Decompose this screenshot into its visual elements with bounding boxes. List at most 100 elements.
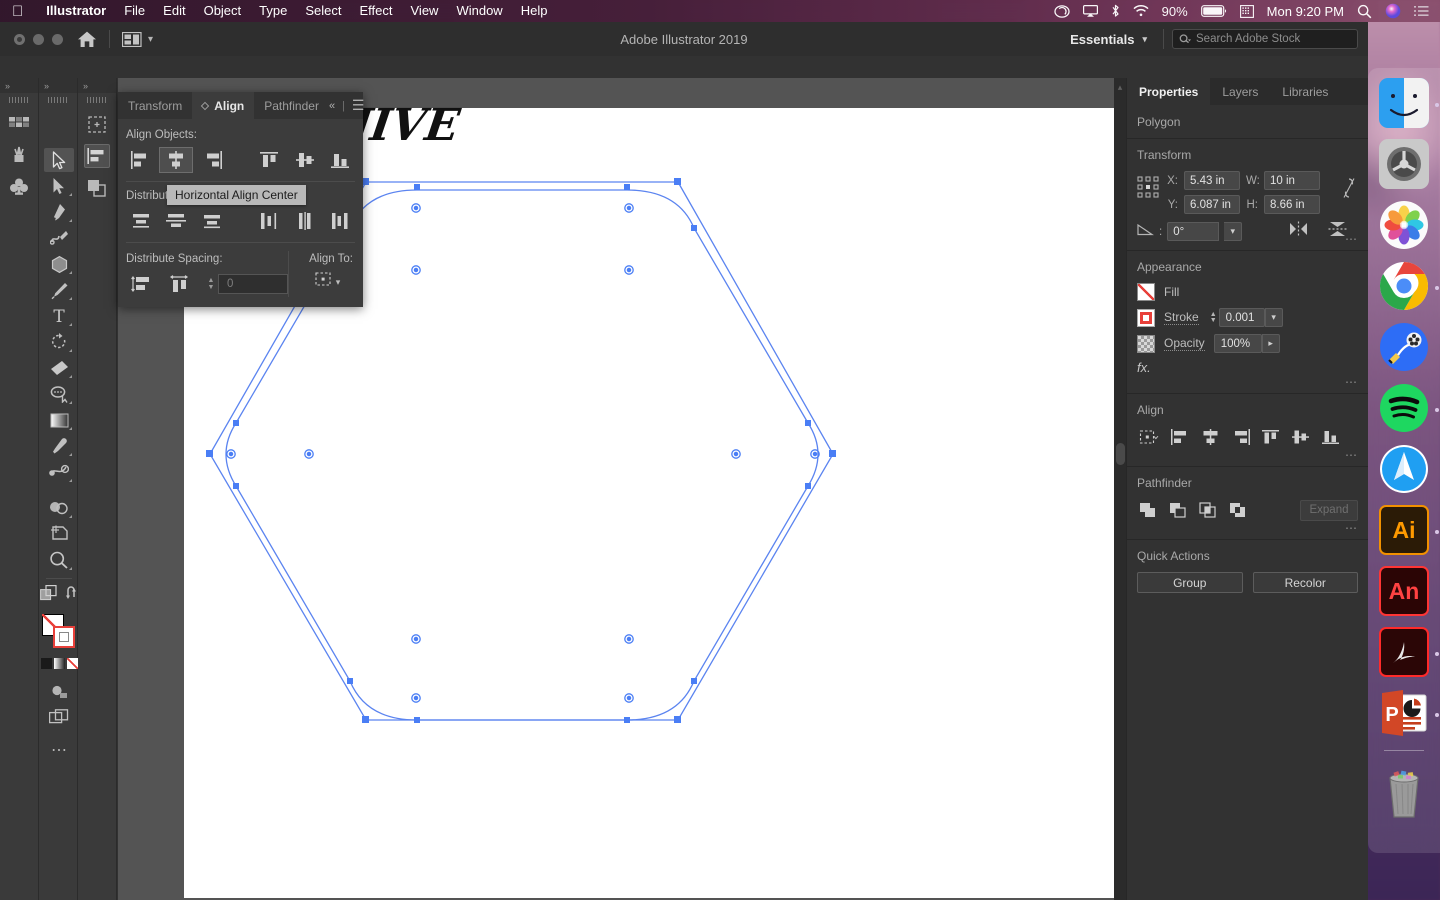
align-to-selection-icon[interactable] — [314, 271, 333, 293]
none-swatch-button[interactable] — [66, 658, 78, 669]
menubar-item-effect[interactable]: Effect — [350, 0, 401, 22]
vertical-align-bottom-button[interactable] — [324, 147, 357, 173]
horizontal-align-left-button[interactable] — [124, 147, 157, 173]
align-middle-button[interactable] — [1287, 426, 1313, 448]
type-tool[interactable]: T — [44, 304, 74, 328]
expand-button[interactable]: Expand — [1300, 499, 1358, 521]
swap-fill-stroke-icon[interactable] — [65, 586, 79, 605]
fx-button[interactable]: fx. — [1137, 360, 1358, 375]
horizontal-align-right-button[interactable] — [195, 147, 228, 173]
brushes-icon[interactable] — [8, 144, 30, 166]
constrain-proportions-icon[interactable] — [1342, 177, 1358, 204]
unite-icon[interactable] — [1137, 499, 1159, 521]
vertical-distribute-bottom-button[interactable] — [195, 208, 228, 234]
dock-item-acrobat[interactable] — [1376, 625, 1439, 679]
strip-expand-chevron-icon[interactable]: » — [0, 78, 38, 93]
stroke-weight-input[interactable]: 0.001 — [1218, 308, 1265, 327]
zoom-tool[interactable] — [44, 548, 74, 572]
align-more-options-icon[interactable]: ⋯ — [1345, 448, 1358, 462]
horizontal-distribute-center-button[interactable] — [288, 208, 321, 234]
strip-expand-chevron-icon[interactable]: » — [39, 78, 77, 93]
stroke-swatch[interactable] — [1137, 308, 1155, 327]
dock-item-powerpoint[interactable]: P — [1376, 686, 1439, 740]
align-panel-icon[interactable] — [84, 144, 110, 168]
dock-item-imovie[interactable] — [1376, 320, 1432, 374]
horizontal-distribute-space-button[interactable] — [162, 271, 198, 297]
vertical-align-top-button[interactable] — [253, 147, 286, 173]
stepper-up-icon[interactable]: ▲ — [208, 277, 215, 284]
bluetooth-icon[interactable] — [1111, 4, 1120, 18]
vertical-distribute-center-button[interactable] — [159, 208, 192, 234]
scroll-up-arrow-icon[interactable]: ▴ — [1114, 78, 1126, 93]
reference-point-grid-icon[interactable] — [1137, 176, 1159, 198]
h-input[interactable]: 8.66 in — [1264, 195, 1320, 214]
vertical-distribute-top-button[interactable] — [124, 208, 157, 234]
align-top-button[interactable] — [1257, 426, 1283, 448]
arrange-documents-icon[interactable]: ▾ — [122, 31, 153, 47]
strip-tools-column[interactable]: » T ⋯ — [39, 78, 78, 900]
artboard-tool[interactable] — [44, 522, 74, 546]
color-swatch-button[interactable] — [40, 658, 52, 669]
dock-item-spotify[interactable] — [1376, 381, 1439, 435]
align-bottom-button[interactable] — [1317, 426, 1343, 448]
symbols-icon[interactable] — [8, 175, 30, 197]
blend-tool[interactable] — [44, 460, 74, 484]
drawing-mode-icon[interactable] — [39, 585, 58, 606]
input-source-icon[interactable] — [1239, 4, 1254, 18]
opacity-input[interactable]: 100% — [1213, 334, 1262, 353]
strip-grip[interactable] — [39, 93, 77, 107]
dock-item-spark-mail[interactable] — [1376, 442, 1432, 496]
menubar-item-help[interactable]: Help — [512, 0, 557, 22]
transform-more-options-icon[interactable]: ⋯ — [1345, 232, 1358, 246]
stepper-down-icon[interactable]: ▼ — [1210, 317, 1217, 324]
stepper-down-icon[interactable]: ▼ — [208, 284, 215, 291]
menubar-clock[interactable]: Mon 9:20 PM — [1267, 4, 1344, 19]
selection-tool[interactable] — [44, 148, 74, 172]
properties-panel[interactable]: Properties Layers Libraries Polygon Tran… — [1126, 78, 1368, 900]
menubar-item-edit[interactable]: Edit — [154, 0, 194, 22]
angle-dropdown-chevron-icon[interactable]: ▾ — [1224, 222, 1243, 241]
tab-layers[interactable]: Layers — [1210, 78, 1270, 105]
swatches-grid-icon[interactable] — [8, 113, 30, 135]
align-panel[interactable]: Transform Align Pathfinder « | ☰ Align O… — [118, 92, 364, 307]
fill-swatch[interactable] — [1137, 283, 1155, 301]
group-button[interactable]: Group — [1137, 572, 1243, 593]
tab-properties[interactable]: Properties — [1127, 78, 1211, 105]
airplay-icon[interactable] — [1082, 5, 1098, 17]
align-right-button[interactable] — [1227, 426, 1253, 448]
exclude-icon[interactable] — [1227, 499, 1249, 521]
horizontal-align-center-button[interactable] — [159, 147, 193, 173]
appearance-more-options-icon[interactable]: ⋯ — [1345, 375, 1358, 389]
stroke-dropdown-chevron-icon[interactable]: ▾ — [1264, 308, 1283, 327]
horizontal-distribute-right-button[interactable] — [324, 208, 357, 234]
stroke-swatch-red[interactable] — [53, 626, 75, 648]
flip-horizontal-icon[interactable] — [1289, 221, 1308, 242]
pen-tool[interactable] — [44, 200, 74, 224]
angle-input[interactable]: 0° — [1167, 222, 1220, 241]
screen-mode-icon[interactable] — [44, 679, 74, 703]
align-left-button[interactable] — [1167, 426, 1193, 448]
stroke-label[interactable]: Stroke — [1164, 310, 1199, 325]
notification-center-icon[interactable] — [1414, 5, 1429, 17]
fill-stroke-swatches[interactable] — [40, 612, 78, 652]
vertical-scroll-thumb[interactable] — [1116, 443, 1125, 465]
dock-item-system-preferences[interactable] — [1376, 137, 1432, 191]
tab-align[interactable]: Align — [192, 92, 255, 119]
menubar-item-illustrator[interactable]: Illustrator — [37, 0, 115, 22]
dock-item-trash[interactable] — [1376, 761, 1432, 821]
intersect-icon[interactable] — [1197, 499, 1219, 521]
eraser-tool[interactable] — [44, 356, 74, 380]
double-chevron-left-icon[interactable]: « — [329, 100, 335, 112]
minus-front-icon[interactable] — [1167, 499, 1189, 521]
tab-transform[interactable]: Transform — [118, 92, 192, 119]
apple-logo-icon[interactable]:  — [12, 4, 23, 19]
horizontal-distribute-left-button[interactable] — [253, 208, 286, 234]
gradient-tool[interactable] — [44, 408, 74, 432]
siri-icon[interactable] — [1385, 3, 1401, 19]
menubar-item-view[interactable]: View — [402, 0, 448, 22]
opacity-swatch[interactable] — [1137, 334, 1155, 353]
vertical-distribute-space-button[interactable] — [124, 271, 160, 297]
strip-grip[interactable] — [78, 93, 116, 107]
align-to-chevron-icon[interactable]: ▾ — [336, 277, 341, 288]
maximize-window-button[interactable] — [52, 33, 63, 45]
